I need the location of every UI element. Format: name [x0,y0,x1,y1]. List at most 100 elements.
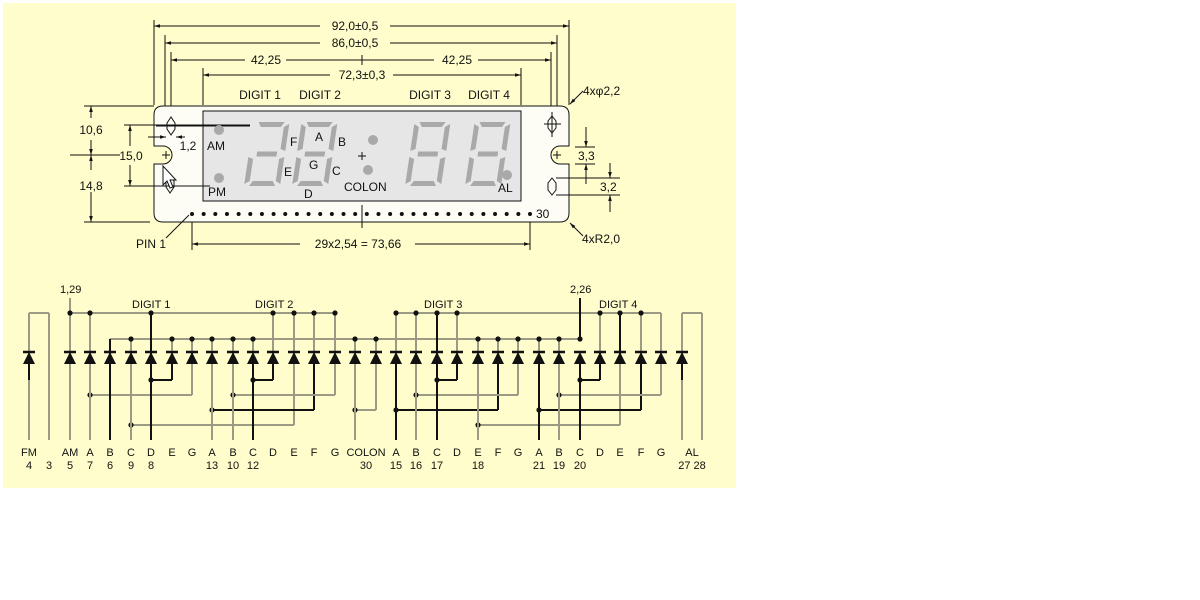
pin-24 [458,212,463,216]
pin-number: 12 [247,460,259,472]
digit-label-4: DIGIT 4 [468,88,510,102]
column-label: A [86,447,94,459]
diode [655,350,667,364]
dim-slot-width: 3,3 [578,149,595,163]
column-label: AL [685,447,698,459]
column-label: AM [62,447,79,459]
junction [597,310,603,316]
segment-g [304,151,326,157]
pin-number: 6 [107,460,113,472]
junction [67,310,73,316]
pin-19 [399,212,404,216]
column-label: D [269,447,277,459]
schematic: 1,29 2,26 DIGIT 1 DIGIT 2 DIGIT 3 DIGIT … [21,284,706,472]
pin-21 [423,212,428,216]
diode [104,350,116,364]
diode [614,350,626,364]
junction [556,336,562,342]
segment-g [477,151,499,157]
seg-label-b: B [338,135,346,149]
diode [329,350,341,364]
column-label: G [331,447,340,459]
pin30-label: 30 [536,207,550,221]
pin-number: 8 [148,460,154,472]
diode [23,350,35,364]
diode [247,350,259,364]
pin-number: 16 [410,460,422,472]
pm-label: PM [208,185,226,199]
dim-bottom-height: 14,8 [79,179,103,193]
junction [128,336,134,342]
diode [267,350,279,364]
pin-1 [190,212,194,216]
diode [472,350,484,364]
dim-top-height: 10,6 [79,123,103,137]
column-label: E [290,447,297,459]
diode [288,350,300,364]
common-label-left: 1,29 [60,284,81,296]
column-label: A [208,447,216,459]
column-label: F [495,447,502,459]
junction [270,310,276,316]
pin-8 [271,212,276,216]
junction [495,336,501,342]
column-label: C [576,447,584,459]
junction [352,336,358,342]
pin-28 [504,212,509,216]
lcd-drawing: 92,0±0,5 86,0±0,5 42,25 42,25 72,3±0,3 2… [21,19,706,472]
junction [189,336,195,342]
pin-12 [318,212,323,216]
dim-half-right: 42,25 [442,53,472,67]
pin-13 [329,212,334,216]
colon-dot-lower [363,165,373,175]
pin-14 [341,212,346,216]
pin-22 [434,212,439,216]
segment-a [419,122,446,127]
diode [451,350,463,364]
seg-label-e: E [284,165,292,179]
colon-dot-upper [368,135,378,145]
diode [410,350,422,364]
schem-digit-1: DIGIT 1 [132,299,170,311]
pin-number: 20 [574,460,586,472]
junction [230,336,236,342]
segment-d [297,181,323,186]
am-dot [214,125,224,135]
seg-label-c: C [332,164,341,178]
column-label: E [168,447,175,459]
junction [87,310,93,316]
pin-number: 4 [26,460,32,472]
diode [553,350,565,364]
column-label: E [616,447,623,459]
diode [145,350,157,364]
pin-3 [213,212,218,216]
diode [635,350,647,364]
junction [311,310,317,316]
schem-digit-4: DIGIT 4 [599,299,637,311]
column-label: D [453,447,461,459]
column-label: B [555,447,562,459]
digit-label-1: DIGIT 1 [239,88,281,102]
diode [308,350,320,364]
pin-9 [283,212,288,216]
pin-number: 10 [227,460,239,472]
segment-a [258,122,285,127]
pin-number: 15 [390,460,402,472]
junction [638,310,644,316]
column-label: C [433,447,441,459]
dim-overall-width: 92,0±0,5 [332,19,379,33]
column-label: B [229,447,236,459]
junction [475,336,481,342]
dim-window-width: 72,3±0,3 [339,68,386,82]
digit-label-3: DIGIT 3 [409,88,451,102]
pin-2 [201,212,206,216]
junction [169,336,175,342]
radius-callout: 4xR2,0 [582,232,620,246]
column-label: G [188,447,197,459]
junction [393,310,399,316]
pin-number: 17 [431,460,443,472]
dim-half-left: 42,25 [251,53,281,67]
dim-inner-height: 15,0 [119,149,143,163]
dim-hole-spacing: 86,0±0,5 [332,36,379,50]
segment-a [479,122,506,127]
